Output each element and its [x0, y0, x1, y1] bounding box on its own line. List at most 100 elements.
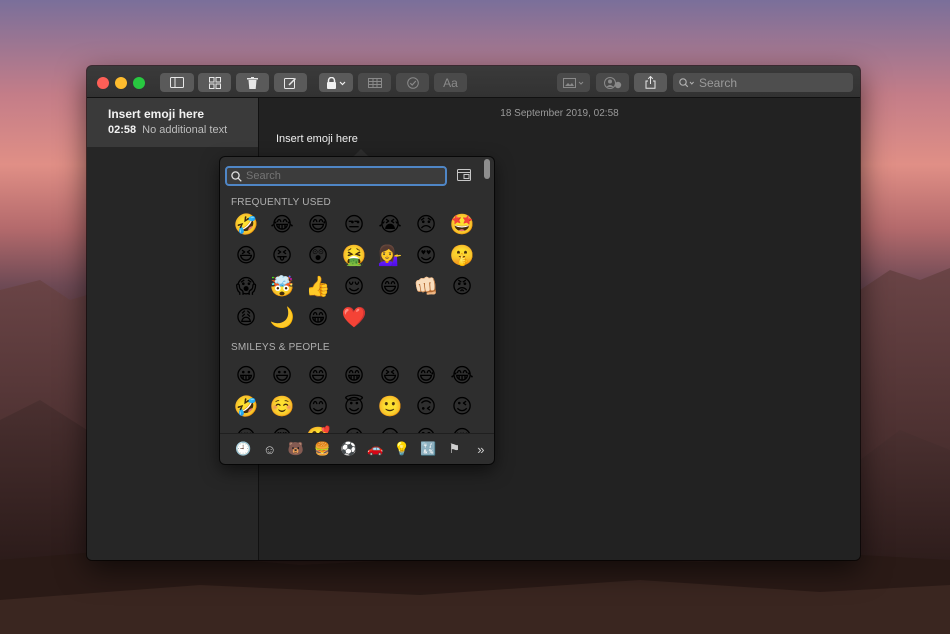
emoji-item[interactable]: 😞 [408, 209, 444, 240]
category-smileys-icon[interactable]: ☺ [256, 439, 282, 459]
category-frequently-used-icon[interactable]: 🕘 [230, 439, 256, 459]
search-icon [231, 170, 242, 182]
emoji-grid-smileys-people: 😀😃😄😁😆😅😂 🤣☺️😊😇🙂🙃😉 😌😍🥰😘😗😙😚 [228, 365, 480, 433]
emoji-item[interactable]: 😂 [444, 365, 480, 391]
note-date: 18 September 2019, 02:58 [500, 108, 619, 119]
grid-icon [208, 76, 221, 89]
category-travel-icon[interactable]: 🚗 [362, 439, 388, 459]
note-list-item[interactable]: Insert emoji here 02:58 No additional tex… [87, 98, 258, 147]
category-flags-icon[interactable]: ⚑ [441, 439, 467, 459]
note-title: Insert emoji here [108, 107, 205, 121]
emoji-item[interactable]: 😊 [300, 391, 336, 422]
emoji-category-bar: 🕘 ☺ 🐻 🍔 ⚽ 🚗 💡 🔣 ⚑» [220, 433, 494, 464]
note-preview: No additional text [142, 124, 228, 136]
toggle-sidebar-button[interactable] [160, 73, 194, 92]
emoji-item[interactable]: 😁 [300, 302, 336, 333]
zoom-window-button[interactable] [133, 77, 145, 89]
share-button[interactable] [634, 73, 667, 92]
emoji-item[interactable]: ❤️ [336, 302, 372, 333]
emoji-item[interactable]: 😆 [228, 240, 264, 271]
emoji-item[interactable]: 😉 [444, 391, 480, 422]
emoji-item[interactable]: 🤣 [228, 391, 264, 422]
emoji-item[interactable]: 🥰 [300, 422, 336, 433]
add-media-button[interactable] [557, 73, 590, 92]
share-icon [645, 76, 656, 89]
titlebar: Aa Search [87, 66, 860, 98]
emoji-item[interactable]: 🙃 [408, 391, 444, 422]
emoji-item[interactable]: 😌 [228, 422, 264, 433]
note-body-text[interactable]: Insert emoji here [276, 133, 358, 145]
emoji-item[interactable]: 😅 [300, 209, 336, 240]
delete-note-button[interactable] [236, 73, 269, 92]
emoji-item[interactable]: 😙 [408, 422, 444, 433]
sidebar-icon [170, 77, 184, 88]
emoji-item[interactable]: 🤮 [336, 240, 372, 271]
emoji-item[interactable]: 😍 [408, 240, 444, 271]
emoji-picker: FREQUENTLY USED 🤣😂😅😒😭😞🤩😆😝😲🤮💁‍♀️😍🤫😱🤯👍😌😄👊🏻… [220, 157, 494, 464]
emoji-item[interactable]: 🤫 [444, 240, 480, 271]
emoji-item[interactable]: 💁‍♀️ [372, 240, 408, 271]
add-person-icon [603, 76, 621, 89]
emoji-item[interactable]: 😆 [372, 365, 408, 391]
emoji-item[interactable]: 🙂 [372, 391, 408, 422]
emoji-item[interactable]: 😍 [264, 422, 300, 433]
emoji-item[interactable]: 😭 [372, 209, 408, 240]
emoji-item[interactable]: 😃 [264, 365, 300, 391]
checkmark-circle-icon [406, 76, 419, 89]
emoji-search-input[interactable] [246, 170, 436, 182]
table-button[interactable] [358, 73, 391, 92]
minimize-window-button[interactable] [115, 77, 127, 89]
search-icon [679, 77, 694, 87]
emoji-item[interactable]: 😂 [264, 209, 300, 240]
emoji-item[interactable]: ☺️ [264, 391, 300, 422]
gallery-view-button[interactable] [198, 73, 231, 92]
emoji-item[interactable]: 😚 [444, 422, 480, 433]
close-window-button[interactable] [97, 77, 109, 89]
emoji-item[interactable]: 🤣 [228, 209, 264, 240]
emoji-grid-frequently-used: 🤣 😂 😅 😒 😭 😞 🤩 😆 😝 😲 🤮 💁‍♀️ 😍 🤫 😱 🤯 👍 😌 😄 👊🏻 😡 😩 🌙 😁 ❤️ [228, 209, 480, 333]
emoji-item[interactable]: 😒 [336, 209, 372, 240]
character-viewer-icon[interactable] [457, 169, 471, 181]
emoji-item[interactable]: 😝 [264, 240, 300, 271]
category-more-icon[interactable]: » [468, 439, 494, 459]
checklist-button[interactable] [396, 73, 429, 92]
notes-search-placeholder: Search [699, 75, 738, 90]
emoji-item[interactable]: 😲 [300, 240, 336, 271]
emoji-item[interactable]: 😇 [336, 391, 372, 422]
emoji-item[interactable]: 🤯 [264, 271, 300, 302]
lock-note-button[interactable] [319, 73, 353, 92]
emoji-item[interactable]: 😌 [336, 271, 372, 302]
emoji-scroll-thumb[interactable] [484, 159, 490, 179]
emoji-item[interactable]: 😅 [408, 365, 444, 391]
emoji-scrollbar[interactable] [483, 159, 491, 429]
format-button[interactable]: Aa [434, 73, 467, 92]
section-label-frequently-used: FREQUENTLY USED [231, 197, 331, 208]
emoji-item[interactable]: 👊🏻 [408, 271, 444, 302]
category-activity-icon[interactable]: ⚽ [336, 439, 362, 459]
category-symbols-icon[interactable]: 🔣 [415, 439, 441, 459]
note-meta: 02:58 No additional text [108, 124, 258, 136]
note-time: 02:58 [108, 124, 137, 136]
new-note-button[interactable] [274, 73, 307, 92]
emoji-item[interactable]: 🤩 [444, 209, 480, 240]
compose-icon [284, 77, 297, 89]
emoji-item[interactable]: 😀 [228, 365, 264, 391]
emoji-item[interactable]: 😩 [228, 302, 264, 333]
emoji-item[interactable]: 😗 [372, 422, 408, 433]
section-label-smileys-people: SMILEYS & PEOPLE [231, 342, 330, 353]
notes-search-field[interactable]: Search [673, 73, 853, 92]
emoji-item[interactable]: 🌙 [264, 302, 300, 333]
category-food-icon[interactable]: 🍔 [309, 439, 335, 459]
emoji-item[interactable]: 😘 [336, 422, 372, 433]
emoji-item[interactable]: 😁 [336, 365, 372, 391]
emoji-search-field[interactable] [225, 166, 447, 186]
lock-icon [327, 76, 346, 89]
category-objects-icon[interactable]: 💡 [388, 439, 414, 459]
emoji-item[interactable]: 👍 [300, 271, 336, 302]
emoji-item[interactable]: 😄 [300, 365, 336, 391]
add-people-button[interactable] [596, 73, 629, 92]
emoji-item[interactable]: 😄 [372, 271, 408, 302]
category-animals-icon[interactable]: 🐻 [283, 439, 309, 459]
emoji-item[interactable]: 😡 [444, 271, 480, 302]
emoji-item[interactable]: 😱 [228, 271, 264, 302]
